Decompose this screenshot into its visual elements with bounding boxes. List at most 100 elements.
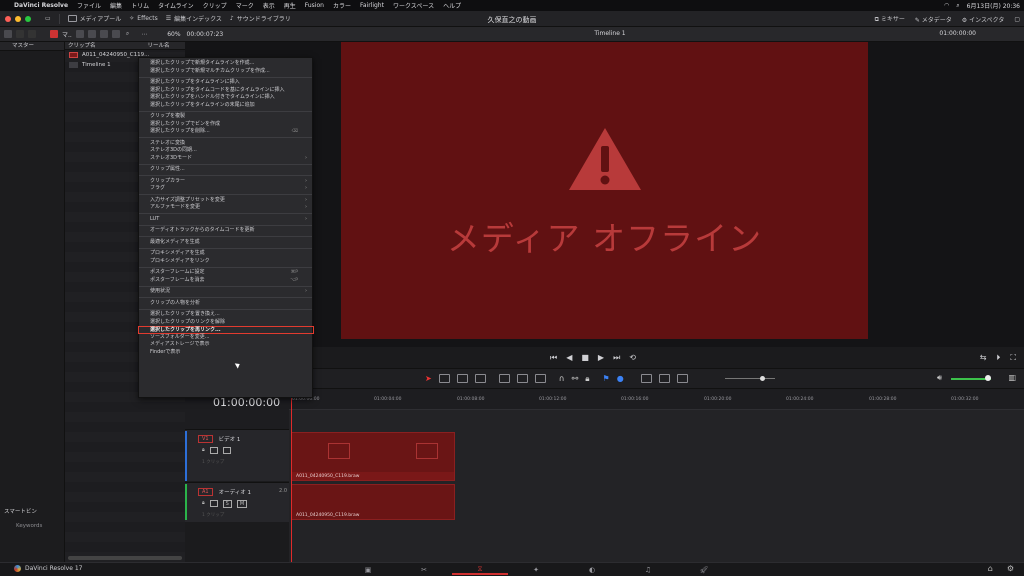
marker-icon[interactable]: ● bbox=[617, 374, 624, 384]
position-lock-icon[interactable]: 🔒︎ bbox=[585, 374, 589, 384]
close-window-icon[interactable] bbox=[5, 15, 11, 22]
trim-tool-icon[interactable] bbox=[438, 374, 450, 383]
sort-icon[interactable] bbox=[111, 30, 120, 38]
track-tag-v1[interactable]: V1 bbox=[198, 435, 213, 443]
lock-icon[interactable]: 🔒︎ bbox=[202, 500, 205, 508]
menu-trim[interactable]: トリム bbox=[131, 1, 149, 10]
clip-list-scrollbar[interactable] bbox=[68, 556, 182, 560]
menu-item-proxy-link[interactable]: プロキシメディアをリンク bbox=[139, 258, 312, 266]
track-visibility-icon[interactable] bbox=[222, 447, 231, 454]
deliver-page-icon[interactable]: 🚀︎ bbox=[676, 565, 732, 575]
column-clip-name[interactable]: クリップ名 bbox=[68, 42, 96, 49]
go-to-start-icon[interactable]: ⏮ bbox=[550, 353, 557, 363]
list-view-icon[interactable] bbox=[75, 30, 84, 38]
play-reverse-icon[interactable]: ◀ bbox=[566, 353, 572, 363]
menu-item-append[interactable]: 選択したクリップをタイムラインの末尾に追加 bbox=[139, 102, 312, 110]
flag-icon[interactable]: ⚑ bbox=[603, 374, 610, 384]
video-clip[interactable]: A011_04240950_C119.braw bbox=[291, 432, 455, 481]
cut-page-icon[interactable]: ✂ bbox=[396, 565, 452, 575]
sidebar-toggle-icon[interactable] bbox=[4, 30, 12, 38]
menu-app-name[interactable]: DaVinci Resolve bbox=[14, 2, 68, 9]
menu-item-insert-by-timecode[interactable]: 選択したクリップをタイムコードを基にタイムラインに挿入 bbox=[139, 87, 312, 95]
menu-edit[interactable]: 編集 bbox=[110, 1, 122, 10]
snapping-icon[interactable]: ∩ bbox=[559, 374, 565, 384]
zoom-window-icon[interactable] bbox=[25, 15, 31, 22]
menu-item-lut[interactable]: LUT › bbox=[139, 216, 312, 224]
search-icon[interactable]: ⌕ bbox=[956, 2, 959, 10]
match-frame-icon[interactable]: ⇆ bbox=[980, 353, 987, 363]
menu-fairlight[interactable]: Fairlight bbox=[360, 2, 384, 9]
playhead[interactable] bbox=[291, 392, 292, 562]
menu-item-show-in-media-storage[interactable]: メディアストレージで表示 bbox=[139, 341, 312, 349]
menu-item-usage[interactable]: 使用状況 › bbox=[139, 288, 312, 296]
media-pool-button[interactable]: メディアプール bbox=[67, 14, 121, 23]
menu-item-delete[interactable]: 選択したクリップを削除... ⌫ bbox=[139, 128, 312, 136]
fairlight-page-icon[interactable]: ♫ bbox=[620, 565, 676, 575]
clip-filter-icon[interactable] bbox=[50, 30, 58, 38]
zoom-slider[interactable] bbox=[725, 378, 775, 379]
master-bin[interactable]: マスター bbox=[0, 42, 64, 51]
menu-item-replace[interactable]: 選択したクリップを置き換え... bbox=[139, 311, 312, 319]
menu-view[interactable]: 表示 bbox=[263, 1, 275, 10]
stop-icon[interactable]: ■ bbox=[581, 353, 589, 363]
menu-item-optimized-media[interactable]: 最適化メディアを生成 bbox=[139, 239, 312, 247]
mute-button[interactable]: M bbox=[236, 500, 248, 508]
menu-item-clip-color[interactable]: クリップカラー › bbox=[139, 178, 312, 186]
blade-tool-icon[interactable] bbox=[474, 374, 486, 383]
volume-slider-handle[interactable] bbox=[985, 375, 991, 381]
back-icon[interactable] bbox=[16, 30, 24, 38]
menu-item-clip-attributes[interactable]: クリップ属性... bbox=[139, 166, 312, 174]
fullscreen-icon[interactable]: ⛶ bbox=[1010, 353, 1016, 363]
replace-clip-icon[interactable] bbox=[534, 374, 546, 383]
menu-item-create-multicam[interactable]: 選択したクリップで新規マルチカムクリップを作成... bbox=[139, 68, 312, 76]
menu-mark[interactable]: マーク bbox=[236, 1, 254, 10]
mixer-button[interactable]: ⧉ ミキサー bbox=[875, 14, 905, 24]
search-icon[interactable]: ⌕ bbox=[126, 30, 129, 38]
menu-item-input-scaling[interactable]: 入力サイズ調整プリセットを変更 › bbox=[139, 197, 312, 205]
minimize-window-icon[interactable] bbox=[15, 15, 21, 22]
menu-item-analyze-people[interactable]: クリップの人物を分析 bbox=[139, 300, 312, 308]
fusion-page-icon[interactable]: ✦ bbox=[508, 565, 564, 575]
auto-select-icon[interactable] bbox=[209, 447, 218, 454]
viewer-timeline-title[interactable]: Timeline 1 bbox=[560, 30, 660, 37]
menu-item-poster-clear[interactable]: ポスターフレームを消去 ⌥P bbox=[139, 277, 312, 285]
bin-breadcrumb[interactable]: マ.. bbox=[62, 30, 72, 39]
timeline-ruler[interactable]: 01:00:00:00 01:00:04:00 01:00:08:00 01:0… bbox=[289, 389, 1024, 410]
color-page-icon[interactable]: ◐ bbox=[564, 565, 620, 575]
audio-meter-icon[interactable]: ▥ bbox=[1008, 373, 1016, 382]
lock-icon[interactable]: 🔒︎ bbox=[202, 447, 205, 454]
insert-clip-icon[interactable] bbox=[498, 374, 510, 383]
menu-item-convert-stereo[interactable]: ステレオに変換 bbox=[139, 140, 312, 148]
track-tag-a1[interactable]: A1 bbox=[198, 488, 213, 496]
detail-zoom-icon[interactable] bbox=[658, 374, 670, 383]
sound-library-button[interactable]: ♪ サウンドライブラリ bbox=[230, 14, 291, 23]
metadata-button[interactable]: ✎ メタデータ bbox=[915, 15, 952, 24]
edit-page-icon[interactable]: ⧖ bbox=[452, 565, 508, 575]
menu-fusion[interactable]: Fusion bbox=[305, 2, 324, 9]
menu-workspace[interactable]: ワークスペース bbox=[393, 1, 434, 10]
menu-item-unlink[interactable]: 選択したクリップのリンクを解除 bbox=[139, 319, 312, 327]
menu-file[interactable]: ファイル bbox=[77, 1, 101, 10]
menu-item-update-timecode[interactable]: オーディオトラックからのタイムコードを更新 bbox=[139, 227, 312, 235]
settings-icon[interactable]: ⚙ bbox=[1007, 564, 1014, 573]
media-page-icon[interactable]: ▣ bbox=[340, 565, 396, 575]
panel-toggle-icon[interactable]: ▢ bbox=[1014, 16, 1020, 23]
overwrite-clip-icon[interactable] bbox=[516, 374, 528, 383]
zoom-level[interactable]: 60% bbox=[167, 31, 180, 38]
clock[interactable]: 6月13日(月) 20:36 bbox=[967, 1, 1020, 10]
menu-playback[interactable]: 再生 bbox=[284, 1, 296, 10]
dynamic-trim-icon[interactable] bbox=[456, 374, 468, 383]
menu-timeline[interactable]: タイムライン bbox=[158, 1, 194, 10]
menu-item-duplicate[interactable]: クリップを複製 bbox=[139, 113, 312, 121]
next-frame-icon[interactable]: ⏵ bbox=[996, 353, 1000, 363]
solo-button[interactable]: S bbox=[222, 500, 232, 508]
menu-item-proxy-generate[interactable]: プロキシメディアを生成 bbox=[139, 250, 312, 258]
selection-tool-icon[interactable]: ➤ bbox=[425, 374, 432, 384]
menu-clip[interactable]: クリップ bbox=[203, 1, 227, 10]
more-options-icon[interactable]: ⋯ bbox=[141, 31, 147, 38]
thumbnail-view-icon[interactable] bbox=[87, 30, 96, 38]
speaker-icon[interactable]: 🔊︎ bbox=[937, 373, 942, 383]
linked-selection-icon[interactable]: ⚯ bbox=[572, 374, 579, 384]
play-icon[interactable]: ▶ bbox=[598, 353, 604, 363]
menu-item-alpha-mode[interactable]: アルファモードを変更 › bbox=[139, 204, 312, 212]
